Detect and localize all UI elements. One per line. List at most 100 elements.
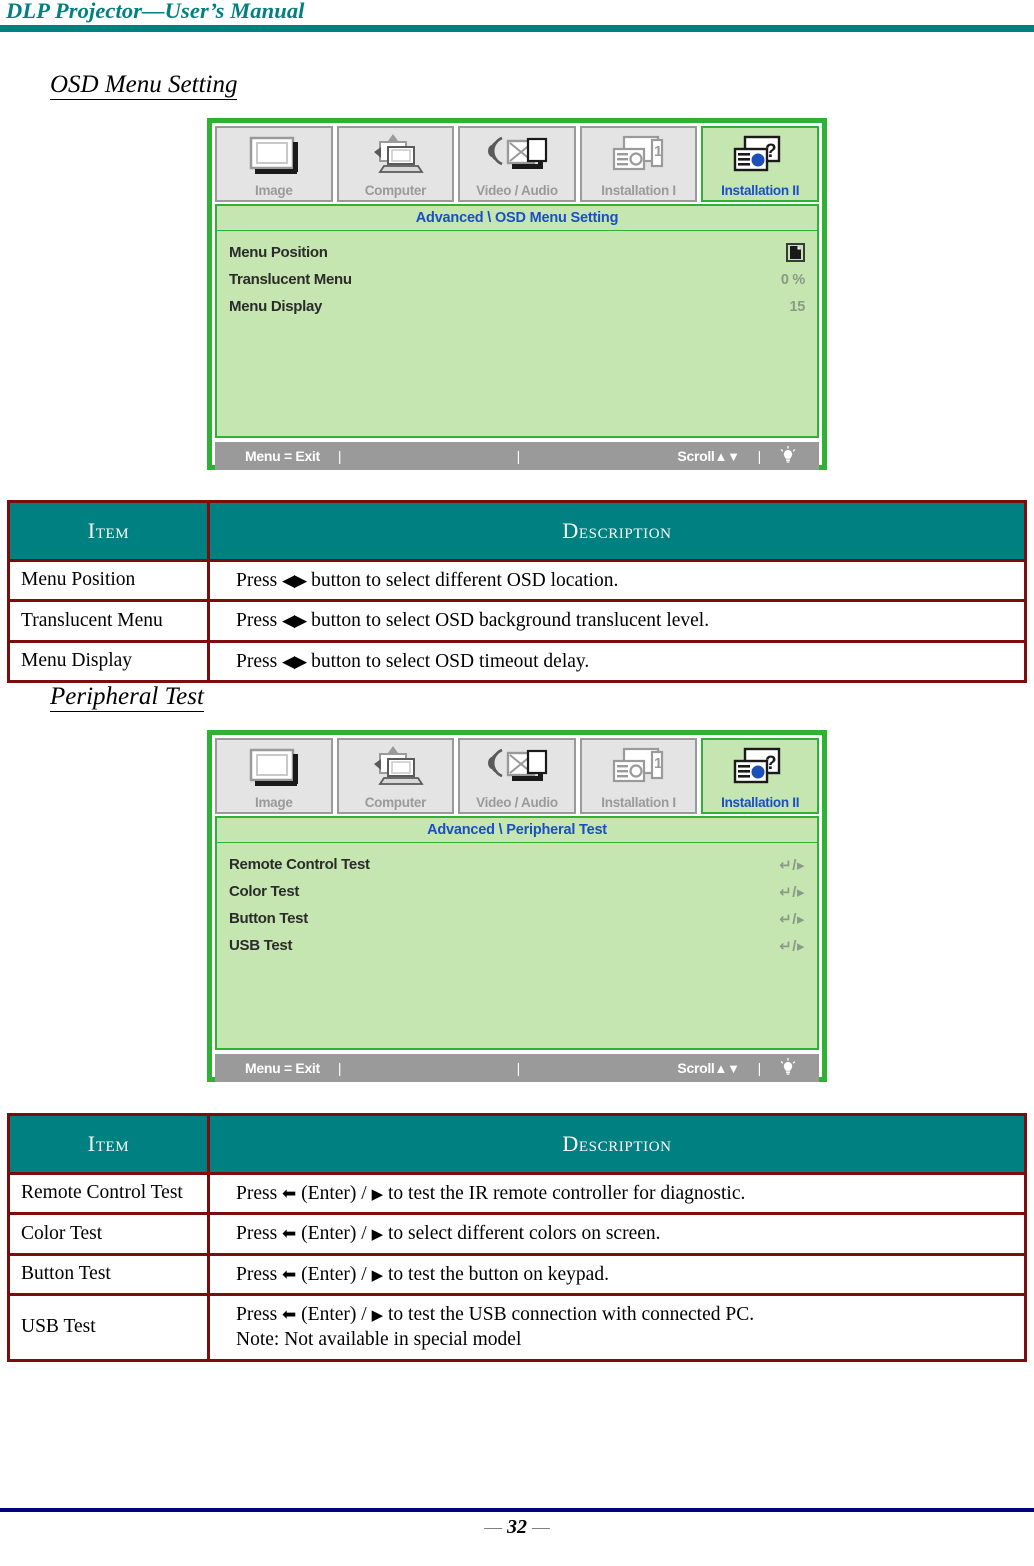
osd-footer-scroll-label: Scroll [677,448,715,464]
desc-text-post: button to select OSD background transluc… [306,610,710,632]
screen-icon [217,740,331,796]
osd-menu-item-value[interactable]: ↵/▸ [779,856,805,874]
column-header-description: Description [207,1113,1027,1175]
lamp-icon [779,446,797,466]
osd-footer-bar: Menu = Exit | | Scroll ▲▼ | [215,1054,819,1082]
enter-key-icon: ⬅ [282,1305,297,1326]
table-cell-description: Press ◀▶ button to select OSD background… [207,599,1027,643]
osd-tab-video-audio[interactable]: Video / Audio [458,126,576,202]
osd-menu-item-value[interactable]: ↵/▸ [779,910,805,928]
osd-footer-separator: | [516,1060,521,1076]
table-header-row: Item Description [7,500,1027,562]
laptop-icon [339,740,453,796]
osd-menu-item-label: Translucent Menu [229,271,352,288]
osd-menu-item-value[interactable]: ↵/▸ [779,883,805,901]
page-footer: — 32 — [0,1508,1034,1539]
desc-text-post: to test the button on keypad. [383,1263,609,1285]
desc-text-post: button to select OSD timeout delay. [306,650,590,672]
osd-menu-item-value[interactable] [786,243,805,262]
column-header-item: Item [7,500,210,562]
osd-menu-item-label: Menu Display [229,298,323,315]
osd-tab-label: Installation I [601,794,676,810]
osd-footer-exit-label: Menu = Exit [245,1060,320,1076]
osd-tab-image[interactable]: Image [215,738,333,814]
osd-footer-separator: | [516,448,521,464]
osd-breadcrumb: Advanced \ OSD Menu Setting [215,204,819,230]
osd-menu-item-value[interactable]: 0 % [781,272,805,288]
screen-icon [217,128,331,184]
osd-menu-item-menu-display[interactable]: Menu Display 15 [229,293,805,320]
osd-menu-item-remote-control-test[interactable]: Remote Control Test ↵/▸ [229,851,805,878]
lamp-icon [779,1058,797,1078]
enter-key-icon: ⬅ [282,1184,297,1204]
table-cell-description: Press ⬅ (Enter) / ▶ to test the button o… [207,1252,1027,1297]
table-row: USB Test Press ⬅ (Enter) / ▶ to test the… [7,1293,1027,1362]
peripheral-test-table: Item Description Remote Control Test Pre… [7,1113,1027,1362]
enter-key-icon: ⬅ [282,1224,297,1245]
osd-breadcrumb: Advanced \ Peripheral Test [215,816,819,842]
osd-screenshot-osd-menu-setting: Image Computer Video / Audio 1 Installat… [207,118,827,470]
osd-menu-item-value[interactable]: ↵/▸ [779,937,805,955]
dash-left: — [484,1516,502,1538]
desc-text-mid: (Enter) / [296,1223,372,1245]
osd-menu-setting-table: Item Description Menu Position Press ◀▶ … [7,500,1027,684]
table-header-row: Item Description [7,1113,1027,1175]
menu-position-icon [786,243,805,262]
osd-tab-label: Computer [364,182,427,198]
osd-tab-installation-2[interactable]: ? Installation II [701,126,819,202]
osd-tab-installation-1[interactable]: 1 Installation I [579,126,698,202]
dash-right: — [532,1516,550,1538]
video-audio-icon [460,128,574,184]
osd-menu-item-menu-position[interactable]: Menu Position [229,239,805,266]
right-arrow-icon: ▶ [371,1265,384,1284]
osd-menu-item-value[interactable]: 15 [789,299,805,315]
desc-text-note: Note: Not available in special model [236,1329,522,1351]
osd-footer-separator: | [757,448,762,464]
osd-tab-label: Image [255,182,293,198]
table-cell-item: Color Test [7,1212,210,1256]
desc-text-pre: Press [236,1223,283,1245]
scroll-updown-icon: ▲▼ [714,448,740,464]
osd-menu-item-translucent-menu[interactable]: Translucent Menu 0 % [229,266,805,293]
osd-screenshot-peripheral-test: Image Computer Video / Audio 1 Installat… [207,730,827,1082]
osd-footer-separator: | [337,1060,342,1076]
desc-text-pre: Press [236,1183,283,1204]
desc-text-pre: Press [236,1304,283,1326]
osd-menu-item-usb-test[interactable]: USB Test ↵/▸ [229,932,805,959]
osd-tab-image[interactable]: Image [215,126,333,202]
osd-menu-item-label: Remote Control Test [229,856,370,873]
osd-tab-label: Computer [364,794,427,810]
osd-tab-installation-1[interactable]: 1 Installation I [579,738,698,814]
section-heading-peripheral-test: Peripheral Test [50,683,204,713]
table-row: Remote Control Test Press ⬅ (Enter) / ▶ … [7,1171,1027,1216]
footer-rule [0,1508,1034,1512]
osd-menu-item-label: Menu Position [229,244,328,261]
osd-tab-computer[interactable]: Computer [336,738,455,814]
osd-menu-item-label: Button Test [229,910,308,927]
video-audio-icon [460,740,574,796]
osd-tab-computer[interactable]: Computer [336,126,455,202]
osd-tab-video-audio[interactable]: Video / Audio [458,738,576,814]
osd-tab-installation-2[interactable]: ? Installation II [701,738,819,814]
osd-tab-label: Video / Audio [476,182,558,198]
osd-menu-item-color-test[interactable]: Color Test ↵/▸ [229,878,805,905]
table-row: Button Test Press ⬅ (Enter) / ▶ to test … [7,1252,1027,1297]
manual-title: DLP Projector—User’s Manual [6,0,305,23]
desc-text-mid: (Enter) / [296,1263,372,1285]
osd-footer-exit-label: Menu = Exit [245,448,320,464]
left-right-arrow-icon: ◀▶ [282,571,307,591]
right-arrow-icon: ▶ [371,1225,384,1244]
page-number: 32 [507,1516,527,1538]
table-cell-description: Press ◀▶ button to select different OSD … [207,558,1027,603]
desc-text-post: to select different colors on screen. [383,1223,661,1245]
osd-tab-strip: Image Computer Video / Audio 1 Installat… [212,123,822,202]
table-cell-item: Menu Display [7,639,210,684]
desc-text-mid: (Enter) / [296,1183,372,1204]
osd-menu-item-button-test[interactable]: Button Test ↵/▸ [229,905,805,932]
table-cell-description: Press ⬅ (Enter) / ▶ to select different … [207,1212,1027,1256]
table-row: Color Test Press ⬅ (Enter) / ▶ to select… [7,1212,1027,1256]
table-cell-item: Menu Position [7,558,210,603]
desc-text-post: to test the USB connection with connecte… [383,1304,755,1326]
table-cell-description: Press ⬅ (Enter) / ▶ to test the IR remot… [207,1171,1027,1216]
installation-one-icon: 1 [582,740,696,796]
